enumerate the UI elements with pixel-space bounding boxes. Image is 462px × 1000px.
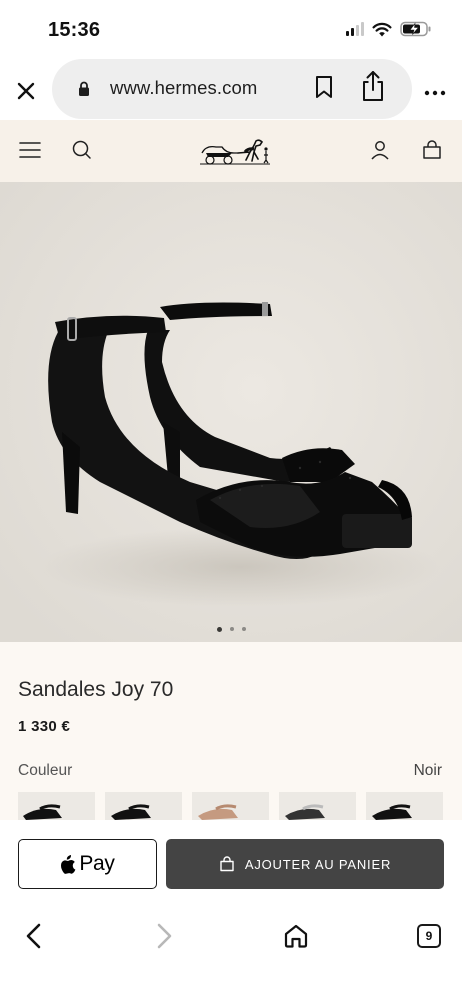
account-button[interactable] <box>368 138 394 164</box>
product-gallery[interactable] <box>0 182 462 642</box>
search-icon <box>72 140 91 159</box>
share-button[interactable] <box>360 69 388 105</box>
swatch-thumbnail <box>285 804 325 820</box>
product-photo <box>0 182 462 642</box>
close-icon <box>17 82 35 100</box>
account-icon <box>371 141 389 160</box>
url-text: www.hermes.com <box>110 77 258 98</box>
browser-bar: www.hermes.com <box>0 59 462 120</box>
address-bar[interactable]: www.hermes.com <box>52 59 412 119</box>
apple-pay-label: Pay <box>79 852 115 875</box>
status-icons <box>346 21 432 37</box>
color-label: Couleur <box>18 762 73 779</box>
close-tab-button[interactable] <box>12 77 40 105</box>
lock-icon <box>79 81 89 96</box>
bookmark-icon <box>316 76 332 98</box>
home-button[interactable] <box>278 918 314 954</box>
bag-icon <box>423 140 441 159</box>
hermes-logo-image <box>200 139 270 165</box>
bookmark-button[interactable] <box>314 75 338 103</box>
bag-button[interactable] <box>420 138 446 164</box>
color-swatch-black-2[interactable] <box>105 792 182 820</box>
swatch-thumbnail <box>372 804 412 820</box>
color-swatch-tan[interactable] <box>192 792 269 820</box>
add-to-cart-label: AJOUTER AU PANIER <box>244 856 392 872</box>
bag-icon <box>220 856 234 872</box>
more-icon <box>424 90 446 96</box>
apple-pay-button[interactable]: Pay <box>18 839 157 889</box>
color-swatch-black-3[interactable] <box>366 792 443 820</box>
wifi-icon <box>372 22 392 36</box>
search-button[interactable] <box>70 138 96 164</box>
status-bar: 15:36 <box>0 0 462 62</box>
menu-button[interactable] <box>18 138 44 164</box>
back-button[interactable] <box>16 918 52 954</box>
tabs-button[interactable]: 9 <box>411 918 447 954</box>
purchase-action-bar: Pay AJOUTER AU PANIER <box>0 820 462 908</box>
more-menu-button[interactable] <box>424 84 446 96</box>
add-to-cart-button[interactable]: AJOUTER AU PANIER <box>166 839 444 889</box>
cellular-signal-icon <box>346 22 364 36</box>
carousel-dots[interactable] <box>0 627 462 632</box>
browser-toolbar: 9 <box>0 908 462 1000</box>
swatch-thumbnail <box>198 804 238 820</box>
forward-button[interactable] <box>146 918 182 954</box>
tabs-count: 9 <box>417 924 441 948</box>
hermes-logo[interactable] <box>198 133 272 169</box>
color-swatches <box>18 792 443 820</box>
forward-icon <box>157 923 172 949</box>
apple-logo-icon <box>61 855 76 874</box>
swatch-thumbnail <box>23 804 62 820</box>
status-time: 15:36 <box>48 19 101 41</box>
color-swatch-silver[interactable] <box>279 792 356 820</box>
swatch-thumbnail <box>111 804 151 820</box>
carousel-dot[interactable] <box>229 627 234 631</box>
home-icon <box>284 924 308 948</box>
product-name: Sandales Joy 70 <box>18 678 174 701</box>
product-info: Sandales Joy 70 1 330 € Couleur Noir <box>0 642 462 820</box>
product-price: 1 330 € <box>18 718 71 735</box>
color-swatch-black[interactable] <box>18 792 95 820</box>
menu-icon <box>19 142 41 158</box>
back-icon <box>26 923 41 949</box>
carousel-dot[interactable] <box>241 627 246 631</box>
site-header <box>0 120 462 182</box>
color-value: Noir <box>413 762 442 779</box>
carousel-dot[interactable] <box>216 627 222 632</box>
battery-charging-icon <box>400 21 431 37</box>
share-icon <box>363 71 383 101</box>
